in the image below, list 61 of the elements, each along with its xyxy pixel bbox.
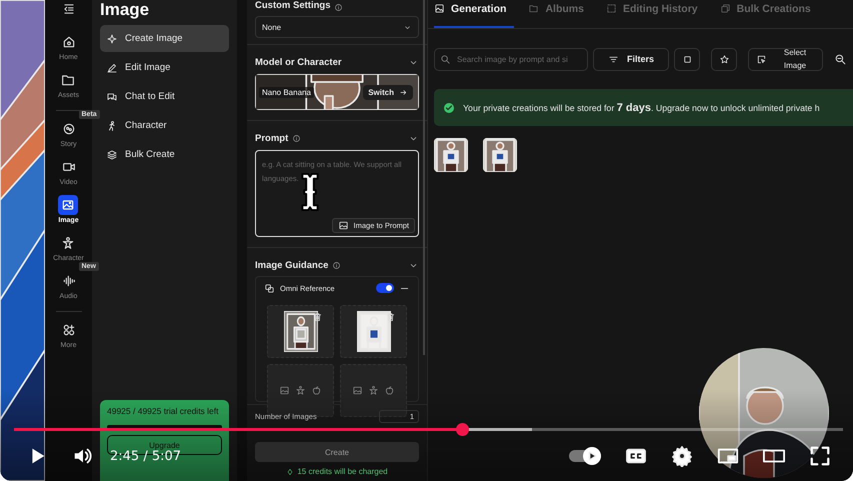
star-icon xyxy=(718,54,730,64)
info-icon xyxy=(334,3,344,12)
fullscreen-icon[interactable] xyxy=(809,445,831,467)
reference-slot[interactable] xyxy=(340,305,407,358)
section-title: Custom Settings xyxy=(255,0,330,12)
section-title: Model or Character xyxy=(255,56,342,68)
zoom-icon[interactable] xyxy=(834,52,847,66)
sparkle-icon xyxy=(106,32,118,44)
image-icon xyxy=(338,220,349,231)
autoplay-toggle[interactable] xyxy=(569,450,601,462)
notice-text: Your private creations will be stored for 7 days. Upgrade now to unlock unlimited private h xyxy=(463,102,820,114)
video-player[interactable] xyxy=(0,0,853,481)
credits-text: 49925 / 49925 trial credits left xyxy=(107,405,220,417)
filters-button[interactable]: Filters xyxy=(593,48,669,70)
toggle-switch[interactable] xyxy=(376,283,394,293)
image-icon xyxy=(352,385,363,396)
square-button[interactable] xyxy=(674,48,700,70)
nav-item[interactable]: Bulk Create xyxy=(100,141,229,168)
section-title: Prompt xyxy=(255,132,288,144)
image-icon xyxy=(434,3,445,14)
folder-icon xyxy=(528,3,540,14)
stacked-squares-icon xyxy=(720,3,731,14)
arrow-right-icon xyxy=(399,88,408,96)
overlapping-squares-icon xyxy=(264,282,275,294)
create-button[interactable]: Create xyxy=(255,442,419,462)
settings-dropdown[interactable]: None xyxy=(255,16,419,38)
text-cursor-icon xyxy=(300,172,320,212)
favorites-button[interactable] xyxy=(711,48,737,70)
star-person-icon xyxy=(295,385,306,396)
apple-icon xyxy=(384,385,395,396)
model-name: Nano Banana xyxy=(259,86,314,98)
nav-item[interactable]: Character xyxy=(100,112,229,139)
diamond-icon xyxy=(286,468,294,476)
image-icon xyxy=(279,385,290,396)
search-icon xyxy=(440,54,451,64)
switch-button[interactable]: Switch xyxy=(363,84,413,100)
nav-item[interactable]: Create Image xyxy=(100,25,229,52)
collapse-menu-icon[interactable] xyxy=(62,2,76,16)
trash-icon[interactable] xyxy=(312,311,323,323)
info-icon xyxy=(332,260,342,270)
reference-slot[interactable] xyxy=(267,305,334,358)
select-image-button[interactable]: Select Image xyxy=(748,48,823,70)
square-icon xyxy=(682,54,692,64)
chat-bubbles-icon xyxy=(106,90,118,102)
nav-item[interactable]: Edit Image xyxy=(100,54,229,81)
nav-item[interactable]: Chat to Edit xyxy=(100,83,229,110)
info-icon xyxy=(292,134,302,142)
trash-icon[interactable] xyxy=(385,311,396,323)
cost-text: 15 credits will be charged xyxy=(297,467,388,476)
apple-icon xyxy=(311,385,322,396)
check-circle-icon xyxy=(443,102,455,114)
image-icon xyxy=(58,195,78,215)
layers-icon xyxy=(106,148,118,160)
select-cursor-icon xyxy=(756,54,767,64)
tab[interactable]: Generation xyxy=(434,0,514,28)
search-field[interactable]: Search image by prompt and si xyxy=(434,48,588,70)
panel-title: Image xyxy=(100,0,150,20)
pencil-icon xyxy=(106,62,118,74)
star-person-icon xyxy=(368,385,379,396)
settings-icon[interactable] xyxy=(671,445,693,467)
section-title: Image Guidance xyxy=(255,260,328,270)
